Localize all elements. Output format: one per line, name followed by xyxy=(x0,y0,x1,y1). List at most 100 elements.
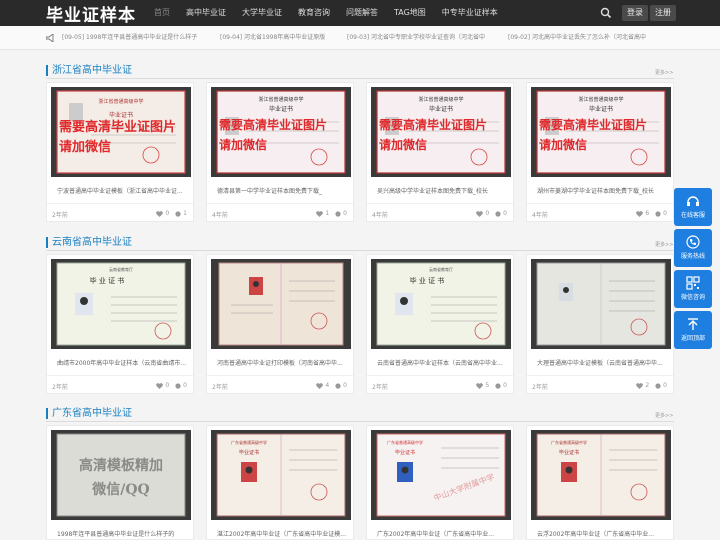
card-stats: 0 1 xyxy=(156,210,187,217)
certificate-thumbnail[interactable] xyxy=(531,259,671,349)
card-caption[interactable]: 河南普通高中毕业证打印模板（河南省高中毕... xyxy=(217,358,347,367)
phone-icon xyxy=(686,235,700,249)
card-caption[interactable]: 德清县第一中学毕业证样本图免费下载_ xyxy=(217,186,347,195)
section-title-yunnan[interactable]: 云南省高中毕业证 xyxy=(46,237,132,248)
comment-icon[interactable] xyxy=(655,382,661,389)
article-card[interactable]: 高清模板精加 微信/QQ 1998年连平县普通高中毕业证是什么样子的 xyxy=(46,425,194,540)
svg-text:高清模板精加: 高清模板精加 xyxy=(79,457,163,474)
article-card[interactable]: 河南普通高中毕业证打印模板（河南省高中毕... 2年前 4 0 xyxy=(206,254,354,394)
ticker-item[interactable]: [09-04] 河北省1998年高中毕业证原版 xyxy=(220,26,325,50)
certificate-thumbnail[interactable]: 浙江省普通高级中学 毕业证书 需要高清毕业证图片 请加微信 xyxy=(211,87,351,177)
ticker-item[interactable]: [09-03] 河北省中专职业学校毕业证查询（河北省中 xyxy=(347,26,485,50)
article-card[interactable]: 浙江省普通高级中学 毕业证书 需要高清毕业证图片 请加微信 吴兴高级中学毕业证样… xyxy=(366,82,514,222)
article-card[interactable]: 浙江省普通高级中学 毕业证书 需要高清毕业证图片 请加微信 宁波普通高中毕业证模… xyxy=(46,82,194,222)
card-caption[interactable]: 湖州市菱湖中学毕业证样本图免费下载_校长 xyxy=(537,186,667,195)
heart-icon[interactable] xyxy=(636,210,644,217)
card-caption[interactable]: 1998年连平县普通高中毕业证是什么样子的 xyxy=(57,529,187,538)
nav-faq[interactable]: 问题解答 xyxy=(338,0,386,26)
comment-icon[interactable] xyxy=(495,382,501,389)
hotline-button[interactable]: 服务热线 xyxy=(674,229,712,267)
svg-text:请加微信: 请加微信 xyxy=(219,137,267,152)
main-nav: 首页 高中毕业证 大学毕业证 教育咨询 问题解答 TAG地图 中专毕业证样本 xyxy=(146,0,506,26)
nav-home[interactable]: 首页 xyxy=(146,0,178,26)
card-divider xyxy=(367,203,513,204)
heart-icon[interactable] xyxy=(156,382,164,389)
nav-education[interactable]: 教育咨询 xyxy=(290,0,338,26)
heart-icon[interactable] xyxy=(636,382,644,389)
article-card[interactable]: 大理普通高中毕业证模板（云南省普通高中毕... 2年前 2 0 xyxy=(526,254,674,394)
certificate-thumbnail[interactable]: 浙江省普通高级中学 毕业证书 需要高清毕业证图片 请加微信 xyxy=(51,87,191,177)
comment-icon[interactable] xyxy=(175,210,181,217)
wechat-button[interactable]: 微信咨询 xyxy=(674,270,712,308)
svg-text:广东省普通高级中学: 广东省普通高级中学 xyxy=(551,439,587,445)
card-caption[interactable]: 广东2002年高中毕业证（广东省高中毕业... xyxy=(377,529,507,538)
more-link[interactable]: 更多>> xyxy=(655,241,673,248)
article-card[interactable]: 云南省教育厅 毕 业 证 书 云南省普通高中毕业证样本（云南省高中毕业... 2… xyxy=(366,254,514,394)
card-caption[interactable]: 云浮2002年高中毕业证（广东省高中毕业... xyxy=(537,529,667,538)
nav-vocational[interactable]: 中专毕业证样本 xyxy=(434,0,506,26)
nav-highschool[interactable]: 高中毕业证 xyxy=(178,0,234,26)
like-count: 2 xyxy=(645,382,650,389)
heart-icon[interactable] xyxy=(476,382,484,389)
card-caption[interactable]: 云南省普通高中毕业证样本（云南省高中毕业... xyxy=(377,358,507,367)
article-card[interactable]: 广东省普通高级中学 毕业证书 中山大学附属中学 广东2002年高中毕业证（广东省… xyxy=(366,425,514,540)
comment-icon[interactable] xyxy=(655,210,661,217)
svg-text:浙江省普通高级中学: 浙江省普通高级中学 xyxy=(258,96,303,103)
heart-icon[interactable] xyxy=(156,210,164,217)
online-service-label: 在线客服 xyxy=(680,212,705,219)
site-logo[interactable]: 毕业证样本 xyxy=(46,1,136,26)
card-caption[interactable]: 曲靖市2000年高中毕业证样本（云南省曲靖市... xyxy=(57,358,187,367)
article-card[interactable]: 浙江省普通高级中学 毕业证书 需要高清毕业证图片 请加微信 德清县第一中学毕业证… xyxy=(206,82,354,222)
ticker-item[interactable]: [09-02] 河北高中毕业证丢失了怎么补（河北省高中 xyxy=(508,26,646,50)
certificate-thumbnail[interactable]: 浙江省普通高级中学 毕业证书 需要高清毕业证图片 请加微信 xyxy=(371,87,511,177)
online-service-button[interactable]: 在线客服 xyxy=(674,188,712,226)
ticker-item[interactable]: [09-05] 1998年连平县普通高中毕业证是什么样子 xyxy=(62,26,197,50)
section-title-zhejiang[interactable]: 浙江省高中毕业证 xyxy=(46,65,132,76)
certificate-thumbnail[interactable]: 广东省普通高级中学 毕业证书 xyxy=(211,430,351,520)
card-date: 4年前 xyxy=(212,212,228,219)
certificate-thumbnail[interactable]: 广东省普通高级中学 毕业证书 中山大学附属中学 xyxy=(371,430,511,520)
svg-text:微信/QQ: 微信/QQ xyxy=(91,481,150,498)
certificate-thumbnail[interactable]: 浙江省普通高级中学 毕业证书 需要高清毕业证图片 请加微信 xyxy=(531,87,671,177)
article-card[interactable]: 广东省普通高级中学 毕业证书 云浮2002年高中毕业证（广东省高中毕业... xyxy=(526,425,674,540)
card-divider xyxy=(47,375,193,376)
certificate-thumbnail[interactable] xyxy=(211,259,351,349)
certificate-thumbnail[interactable]: 高清模板精加 微信/QQ xyxy=(51,430,191,520)
comment-count: 1 xyxy=(183,210,187,217)
section-title-guangdong[interactable]: 广东省高中毕业证 xyxy=(46,408,132,419)
comment-count: 0 xyxy=(183,382,187,389)
card-stats: 6 0 xyxy=(636,210,667,217)
svg-text:需要高清毕业证图片: 需要高清毕业证图片 xyxy=(539,117,647,132)
register-button[interactable]: 注册 xyxy=(650,5,676,21)
like-count: 6 xyxy=(645,210,650,217)
card-divider xyxy=(527,203,673,204)
card-divider xyxy=(47,203,193,204)
card-caption[interactable]: 湛江2002年高中毕业证（广东省高中毕业证模... xyxy=(217,529,347,538)
certificate-thumbnail[interactable]: 云南省教育厅 毕 业 证 书 xyxy=(371,259,511,349)
heart-icon[interactable] xyxy=(316,382,324,389)
comment-icon[interactable] xyxy=(335,382,341,389)
back-to-top-button[interactable]: 返回顶部 xyxy=(674,311,712,349)
search-icon[interactable] xyxy=(600,7,612,19)
heart-icon[interactable] xyxy=(316,210,324,217)
more-link[interactable]: 更多>> xyxy=(655,412,673,419)
card-stats: 0 0 xyxy=(156,382,187,389)
login-button[interactable]: 登录 xyxy=(622,5,648,21)
certificate-thumbnail[interactable]: 广东省普通高级中学 毕业证书 xyxy=(531,430,671,520)
comment-icon[interactable] xyxy=(495,210,501,217)
article-card[interactable]: 云南省教育厅 毕 业 证 书 曲靖市2000年高中毕业证样本（云南省曲靖市...… xyxy=(46,254,194,394)
comment-icon[interactable] xyxy=(335,210,341,217)
nav-tag-map[interactable]: TAG地图 xyxy=(386,0,434,26)
certificate-thumbnail[interactable]: 云南省教育厅 毕 业 证 书 xyxy=(51,259,191,349)
article-card[interactable]: 浙江省普通高级中学 毕业证书 需要高清毕业证图片 请加微信 湖州市菱湖中学毕业证… xyxy=(526,82,674,222)
more-link[interactable]: 更多>> xyxy=(655,69,673,76)
card-caption[interactable]: 宁波普通高中毕业证模板（浙江省高中毕业证... xyxy=(57,186,187,195)
heart-icon[interactable] xyxy=(476,210,484,217)
card-caption[interactable]: 吴兴高级中学毕业证样本图免费下载_校长 xyxy=(377,186,507,195)
card-caption[interactable]: 大理普通高中毕业证模板（云南省普通高中毕... xyxy=(537,358,667,367)
comment-icon[interactable] xyxy=(175,382,181,389)
qrcode-icon xyxy=(686,276,700,290)
card-stats: 1 0 xyxy=(316,210,347,217)
nav-university[interactable]: 大学毕业证 xyxy=(234,0,290,26)
article-card[interactable]: 广东省普通高级中学 毕业证书 湛江2002年高中毕业证（广东省高中毕业证模... xyxy=(206,425,354,540)
